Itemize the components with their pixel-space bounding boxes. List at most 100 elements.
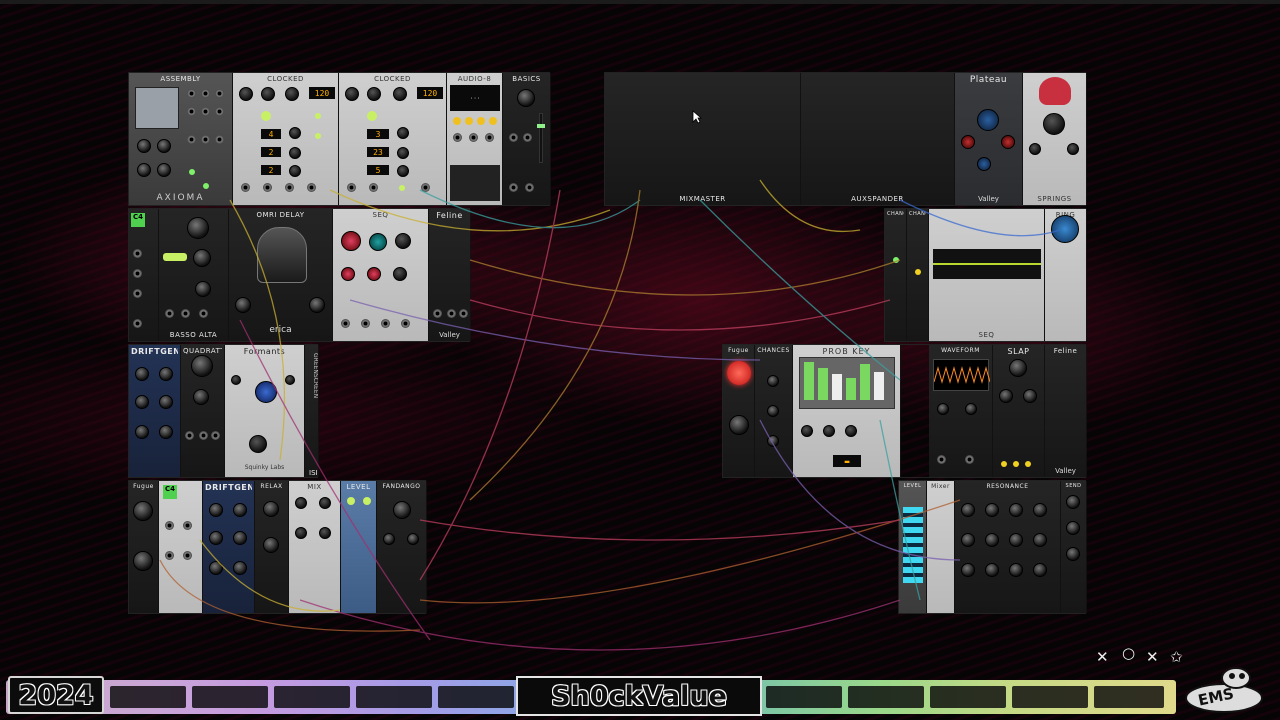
knob[interactable]	[383, 533, 395, 545]
knob[interactable]	[1043, 113, 1065, 135]
jack[interactable]	[187, 107, 196, 116]
jack[interactable]	[447, 309, 456, 318]
knob[interactable]	[517, 89, 535, 107]
keyboard-display[interactable]	[799, 357, 895, 409]
module-seq[interactable]: SEQ	[333, 209, 429, 341]
knob[interactable]	[1009, 359, 1027, 377]
jack[interactable]	[965, 455, 974, 464]
knob[interactable]	[985, 563, 999, 577]
jack[interactable]	[509, 183, 518, 192]
jack[interactable]	[165, 551, 174, 560]
knob[interactable]	[729, 415, 749, 435]
knob[interactable]	[1033, 503, 1047, 517]
module-greenscreen[interactable]: GREENSCREEN	[305, 345, 319, 477]
knob[interactable]	[1067, 143, 1079, 155]
knob[interactable]	[767, 405, 779, 417]
knob[interactable]	[289, 127, 301, 139]
jack[interactable]	[381, 319, 390, 328]
knob[interactable]	[1066, 521, 1080, 535]
knob[interactable]	[231, 375, 241, 385]
knob[interactable]	[393, 87, 407, 101]
knob[interactable]	[239, 87, 253, 101]
knob[interactable]	[961, 135, 975, 149]
jack[interactable]	[215, 89, 224, 98]
knob[interactable]	[191, 355, 213, 377]
jack[interactable]	[285, 183, 294, 192]
knob[interactable]	[135, 367, 149, 381]
knob[interactable]	[295, 527, 307, 539]
jack[interactable]	[133, 289, 142, 298]
jack[interactable]	[361, 319, 370, 328]
knob[interactable]	[1066, 495, 1080, 509]
knob[interactable]	[965, 403, 977, 415]
knob[interactable]	[1033, 533, 1047, 547]
knob[interactable]	[395, 233, 411, 249]
jack[interactable]	[165, 521, 174, 530]
jack[interactable]	[937, 455, 946, 464]
jack[interactable]	[183, 551, 192, 560]
module-feline[interactable]: Feline Valley	[1045, 345, 1087, 477]
jack[interactable]	[215, 135, 224, 144]
knob[interactable]	[235, 297, 251, 313]
knob[interactable]	[159, 395, 173, 409]
jack[interactable]	[201, 89, 210, 98]
knob[interactable]	[345, 87, 359, 101]
jack[interactable]	[187, 135, 196, 144]
knob[interactable]	[135, 425, 149, 439]
knob[interactable]	[295, 497, 307, 509]
knob[interactable]	[319, 527, 331, 539]
jack[interactable]	[133, 249, 142, 258]
knob[interactable]	[1023, 389, 1037, 403]
knob[interactable]	[193, 389, 209, 405]
knob[interactable]	[233, 531, 247, 545]
module-driftgen[interactable]: DRIFTGEN	[129, 345, 181, 477]
jack[interactable]	[211, 431, 220, 440]
module-formants[interactable]: Formants Squinky Labs	[225, 345, 305, 477]
module-chances[interactable]: CHANCES	[755, 345, 793, 477]
module-fugue[interactable]: Fugue	[723, 345, 755, 477]
jack[interactable]	[263, 183, 272, 192]
jack[interactable]	[341, 319, 350, 328]
knob[interactable]	[961, 503, 975, 517]
jack[interactable]	[133, 269, 142, 278]
jack[interactable]	[509, 133, 518, 142]
knob[interactable]	[133, 551, 153, 571]
module-ring[interactable]: RING	[1045, 209, 1087, 341]
jack[interactable]	[165, 309, 174, 318]
knob[interactable]	[263, 537, 279, 553]
module-audio-8[interactable]: AUDIO-8 ···	[447, 73, 503, 205]
knob[interactable]	[961, 533, 975, 547]
knob[interactable]	[937, 403, 949, 415]
jack[interactable]	[469, 133, 478, 142]
knob[interactable]	[233, 503, 247, 517]
jack[interactable]	[183, 521, 192, 530]
knob[interactable]	[209, 503, 223, 517]
knob[interactable]	[309, 297, 325, 313]
knob[interactable]	[961, 563, 975, 577]
knob[interactable]	[367, 87, 381, 101]
jack[interactable]	[201, 135, 210, 144]
knob[interactable]	[367, 267, 381, 281]
knob[interactable]	[1009, 533, 1023, 547]
jack[interactable]	[525, 183, 534, 192]
module-driftgen[interactable]: DRIFTGEN	[203, 481, 255, 613]
knob[interactable]	[157, 139, 171, 153]
jack[interactable]	[347, 183, 356, 192]
module-clocked-1[interactable]: CLOCKED 120 4 2 2	[233, 73, 339, 205]
knob[interactable]	[249, 435, 267, 453]
jack[interactable]	[485, 133, 494, 142]
knob[interactable]	[977, 157, 991, 171]
jack[interactable]	[199, 431, 208, 440]
knob[interactable]	[393, 267, 407, 281]
module-prob-key[interactable]: PROB KEY ▬	[793, 345, 901, 477]
knob[interactable]	[341, 267, 355, 281]
knob[interactable]	[319, 497, 331, 509]
knob[interactable]	[369, 233, 387, 251]
knob[interactable]	[187, 217, 209, 239]
module-clocked-2[interactable]: CLOCKED 120 3 23 5	[339, 73, 447, 205]
jack[interactable]	[307, 183, 316, 192]
module-mix[interactable]: MIX	[289, 481, 341, 613]
jack[interactable]	[401, 319, 410, 328]
knob[interactable]	[407, 533, 419, 545]
knob[interactable]	[767, 435, 779, 447]
